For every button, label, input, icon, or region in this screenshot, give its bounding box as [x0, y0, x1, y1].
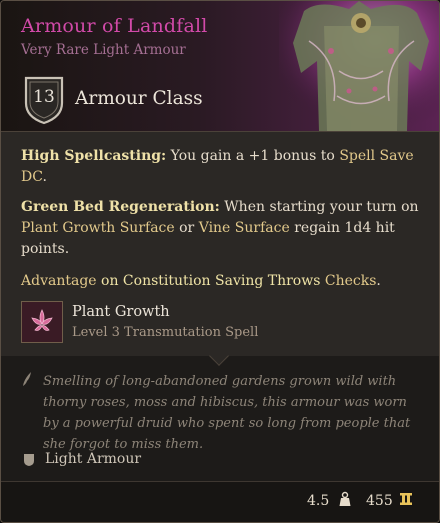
property-title: High Spellcasting: [21, 148, 167, 164]
armour-illustration [279, 1, 439, 131]
armour-class-value: 13 [33, 87, 55, 107]
property-advantage: Advantage on Constitution Saving Throws … [21, 273, 381, 289]
property-title: Green Bed Regeneration: [21, 199, 220, 215]
item-tooltip: Armour of Landfall Very Rare Light Armou… [0, 0, 440, 523]
item-weight: 4.5 [307, 493, 330, 509]
weight-icon [339, 491, 351, 506]
quill-icon [23, 372, 31, 386]
property-green-bed-regeneration: Green Bed Regeneration: When starting yo… [21, 199, 419, 257]
gold-coin-icon [400, 493, 412, 505]
vine-surface-link[interactable]: Vine Surface [199, 220, 290, 236]
plant-growth-spell-icon[interactable] [21, 301, 63, 343]
item-rarity-type: Very Rare Light Armour [21, 42, 186, 58]
light-armour-icon [24, 454, 34, 466]
armour-class-label: Armour Class [75, 88, 203, 109]
flavor-text: Smelling of long-abandoned gardens grown… [43, 374, 411, 452]
spell-name[interactable]: Plant Growth [72, 304, 170, 320]
item-price: 455 [366, 493, 393, 509]
checks-link[interactable]: Checks [325, 273, 377, 289]
property-high-spellcasting: High Spellcasting: You gain a +1 bonus t… [21, 148, 414, 185]
plant-growth-surface-link[interactable]: Plant Growth Surface [21, 220, 175, 236]
item-name: Armour of Landfall [21, 15, 208, 37]
armour-type: Light Armour [45, 451, 142, 467]
advantage-link[interactable]: Advantage [21, 273, 97, 289]
spell-subtitle: Level 3 Transmutation Spell [72, 325, 259, 340]
